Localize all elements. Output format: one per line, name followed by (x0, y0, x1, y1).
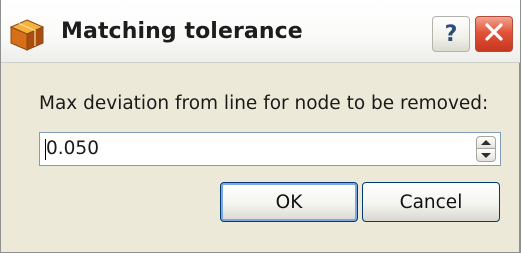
spin-down-button[interactable] (476, 149, 496, 162)
prompt-label: Max deviation from line for node to be r… (39, 93, 489, 114)
spin-up-button[interactable] (476, 136, 496, 149)
arrow-down-icon (481, 152, 491, 158)
dialog-window: Matching tolerance ? Max deviation from … (0, 0, 521, 253)
ok-button-label: OK (275, 191, 303, 213)
window-title: Matching tolerance (61, 19, 303, 44)
arrow-up-icon (481, 140, 491, 145)
cancel-button-label: Cancel (399, 191, 463, 213)
help-icon: ? (444, 21, 458, 47)
close-icon (483, 21, 505, 47)
value-spinner[interactable] (476, 136, 496, 162)
cancel-button[interactable]: Cancel (362, 182, 500, 222)
ok-button[interactable]: OK (220, 182, 358, 222)
tolerance-input[interactable]: 0.050 (39, 132, 501, 166)
cube-icon (9, 18, 45, 52)
title-bar[interactable]: Matching tolerance ? (1, 0, 520, 63)
close-button[interactable] (475, 16, 513, 52)
tolerance-value[interactable]: 0.050 (46, 133, 99, 165)
help-button[interactable]: ? (432, 16, 470, 52)
